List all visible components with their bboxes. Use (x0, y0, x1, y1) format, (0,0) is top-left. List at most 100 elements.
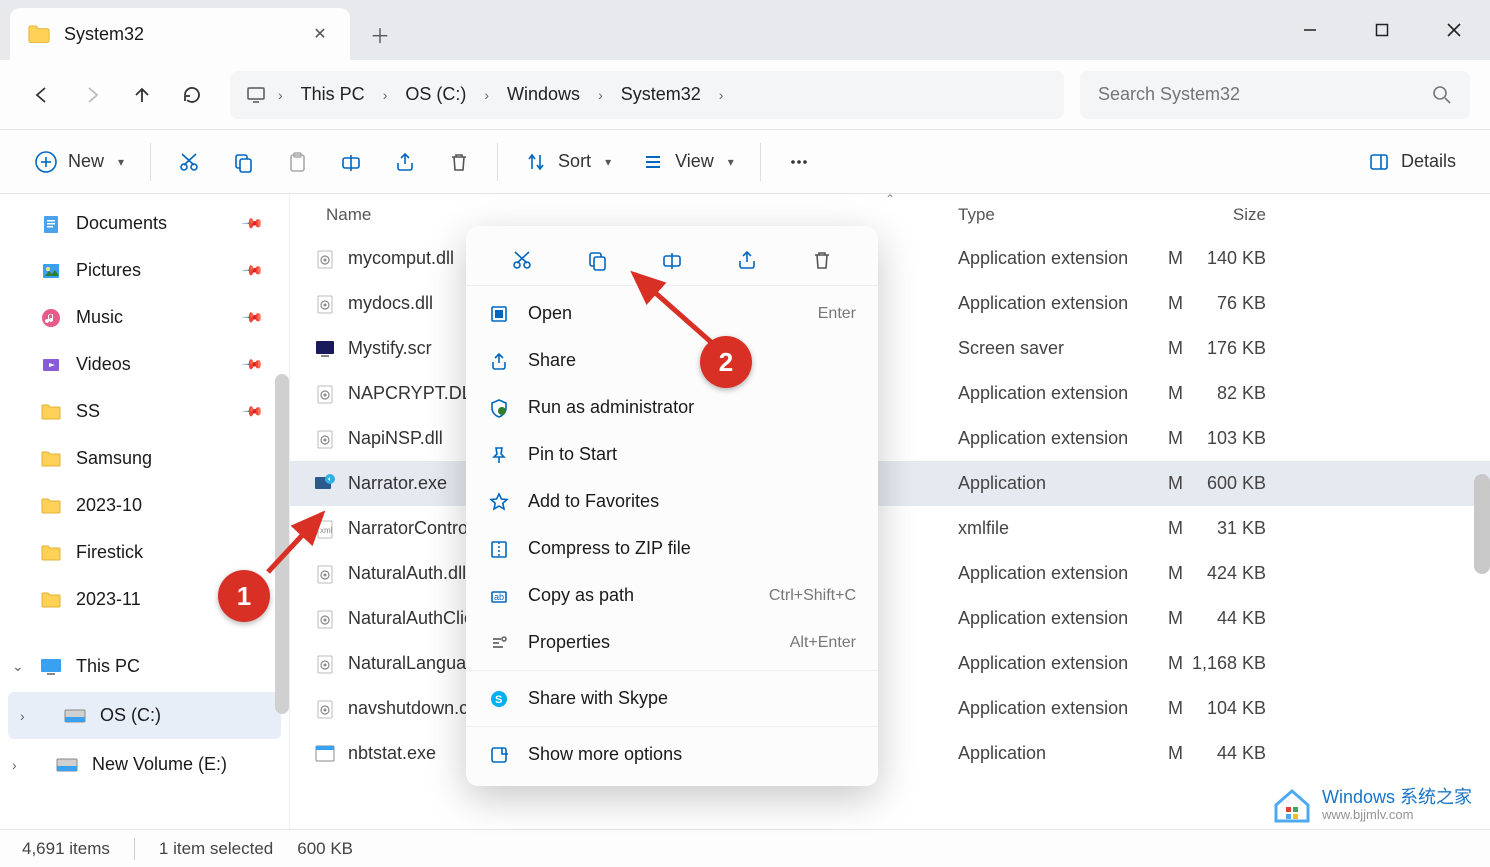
file-date-partial: M (1168, 383, 1183, 404)
sidebar-label: Pictures (76, 260, 141, 281)
new-button[interactable]: New ▾ (24, 140, 134, 184)
file-type: Application extension (950, 563, 1148, 584)
breadcrumb-path[interactable]: › This PC › OS (C:) › Windows › System32… (230, 71, 1064, 119)
titlebar: System32 ✕ ＋ (0, 0, 1490, 60)
cut-button[interactable] (167, 140, 211, 184)
context-item[interactable]: Add to Favorites (466, 478, 878, 525)
folder-icon (40, 589, 62, 611)
sidebar-drive[interactable]: ›OS (C:) (8, 692, 281, 739)
file-date-partial: M (1168, 428, 1183, 449)
file-name: Mystify.scr (348, 338, 432, 359)
context-accelerator: Alt+Enter (790, 634, 856, 652)
context-item[interactable]: PropertiesAlt+Enter (466, 619, 878, 666)
context-item[interactable]: SShare with Skype (466, 675, 878, 722)
ctx-cut-button[interactable] (504, 242, 540, 278)
crumb-thispc[interactable]: This PC (293, 78, 373, 111)
close-tab-button[interactable]: ✕ (308, 24, 332, 44)
close-window-button[interactable] (1418, 0, 1490, 60)
share-icon (488, 350, 510, 372)
file-date-partial: M (1168, 743, 1183, 764)
column-name[interactable]: Name (290, 205, 950, 225)
share-button[interactable] (383, 140, 427, 184)
watermark: Windows 系统之家 www.bjjmlv.com (1272, 785, 1472, 825)
annotation-arrow-1 (260, 500, 340, 580)
drive-label: New Volume (E:) (92, 754, 227, 775)
crumb-windows[interactable]: Windows (499, 78, 588, 111)
chevron-down-icon: ▾ (728, 155, 734, 169)
search-box[interactable] (1080, 71, 1470, 119)
details-button[interactable]: Details (1357, 140, 1466, 184)
monitor-icon (40, 656, 62, 678)
file-name: NarratorContro (348, 518, 468, 539)
chevron-right-icon[interactable]: › (379, 87, 392, 103)
context-item[interactable]: abCopy as pathCtrl+Shift+C (466, 572, 878, 619)
crumb-system32[interactable]: System32 (613, 78, 709, 111)
music-icon (40, 307, 62, 329)
maximize-button[interactable] (1346, 0, 1418, 60)
chevron-right-icon[interactable]: › (480, 87, 493, 103)
sidebar-item[interactable]: Music📌 (0, 294, 289, 341)
house-logo-icon (1272, 785, 1312, 825)
sidebar-item[interactable]: SS📌 (0, 388, 289, 435)
sidebar-item[interactable]: Documents📌 (0, 200, 289, 247)
back-button[interactable] (20, 73, 64, 117)
pictures-icon (40, 260, 62, 282)
view-icon (641, 150, 665, 174)
column-size[interactable]: Size (1148, 205, 1280, 225)
rename-button[interactable] (329, 140, 373, 184)
file-type: Application (950, 743, 1148, 764)
trash-icon (447, 150, 471, 174)
more-button[interactable] (777, 140, 821, 184)
sidebar-item[interactable]: Videos📌 (0, 341, 289, 388)
paste-icon (285, 150, 309, 174)
share-icon (393, 150, 417, 174)
folder-icon (40, 542, 62, 564)
up-button[interactable] (120, 73, 164, 117)
dll-icon (314, 383, 336, 405)
context-item[interactable]: Run as administrator (466, 384, 878, 431)
copy-button[interactable] (221, 140, 265, 184)
ctx-copy-button[interactable] (579, 242, 615, 278)
forward-button[interactable] (70, 73, 114, 117)
chevron-right-icon[interactable]: › (20, 708, 25, 724)
context-item[interactable]: Compress to ZIP file (466, 525, 878, 572)
context-item[interactable]: Show more options (466, 731, 878, 778)
sidebar-this-pc[interactable]: ⌄ This PC (0, 643, 289, 690)
paste-button[interactable] (275, 140, 319, 184)
chevron-right-icon[interactable]: › (12, 757, 17, 773)
sidebar-item[interactable]: Firestick (0, 529, 289, 576)
new-tab-button[interactable]: ＋ (350, 8, 410, 60)
search-input[interactable] (1098, 84, 1432, 105)
chevron-down-icon: ▾ (118, 155, 124, 169)
properties-icon (488, 632, 510, 654)
address-bar: › This PC › OS (C:) › Windows › System32… (0, 60, 1490, 130)
explorer-tab[interactable]: System32 ✕ (10, 8, 350, 60)
chevron-right-icon[interactable]: › (594, 87, 607, 103)
context-separator (466, 670, 878, 671)
chevron-right-icon[interactable]: › (274, 87, 287, 103)
sidebar-item[interactable]: 2023-10 (0, 482, 289, 529)
sidebar-label: Samsung (76, 448, 152, 469)
chevron-right-icon[interactable]: › (715, 87, 728, 103)
context-accelerator: Ctrl+Shift+C (769, 587, 856, 605)
sidebar-drive[interactable]: › New Volume (E:) (0, 741, 289, 788)
crumb-drive[interactable]: OS (C:) (397, 78, 474, 111)
sidebar-item[interactable]: Samsung (0, 435, 289, 482)
delete-button[interactable] (437, 140, 481, 184)
view-button[interactable]: View ▾ (631, 140, 744, 184)
folder-icon (40, 495, 62, 517)
dll-icon (314, 248, 336, 270)
ctx-delete-button[interactable] (804, 242, 840, 278)
chevron-down-icon[interactable]: ⌄ (12, 658, 24, 675)
sidebar-label: SS (76, 401, 100, 422)
pin-icon: 📌 (240, 352, 264, 376)
sidebar-item[interactable]: Pictures📌 (0, 247, 289, 294)
column-type[interactable]: Type (950, 205, 1148, 225)
minimize-button[interactable] (1274, 0, 1346, 60)
context-separator (466, 726, 878, 727)
refresh-button[interactable] (170, 73, 214, 117)
sort-button[interactable]: Sort ▾ (514, 140, 621, 184)
file-type: Application extension (950, 293, 1148, 314)
context-item[interactable]: Pin to Start (466, 431, 878, 478)
file-scrollbar[interactable] (1474, 474, 1490, 574)
